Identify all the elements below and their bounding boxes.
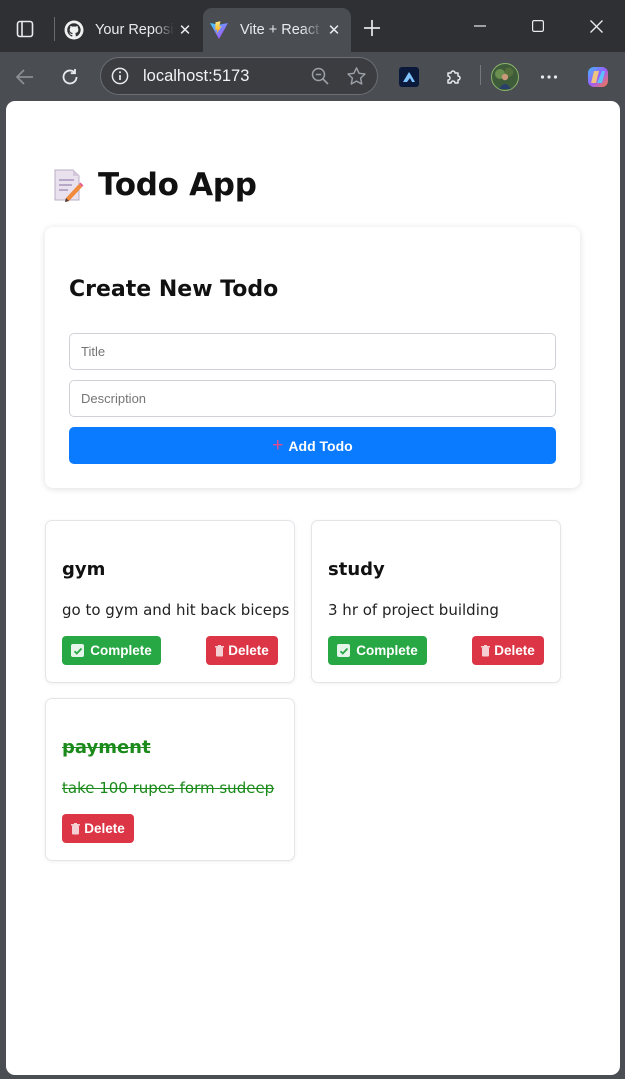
plus-icon: + [272,435,284,456]
extensions-button[interactable] [437,60,471,94]
github-icon [64,20,84,40]
more-dots-icon [540,75,558,79]
tab-label: Vite + React [240,22,320,38]
todo-title: gym [62,559,106,580]
tab-your-repositories[interactable]: Your Repositories ✕ [58,8,202,52]
address-bar[interactable]: localhost:5173 [100,57,378,95]
vite-icon [209,20,229,40]
create-todo-form: Create New Todo + Add Todo [45,227,580,488]
complete-label: Complete [90,643,152,658]
todo-card: gym go to gym and hit back biceps Comple… [45,520,295,683]
todo-card: study 3 hr of project building Complete … [311,520,561,683]
refresh-button[interactable] [53,60,87,94]
browser-titlebar: Your Repositories ✕ Vite + React ✕ [0,0,625,52]
tab-label: Your Repositories [95,22,174,38]
plus-icon [364,20,380,36]
toolbar-separator [480,65,481,85]
tab-separator [54,17,55,41]
tab-vite-react[interactable]: Vite + React ✕ [203,8,351,52]
delete-label: Delete [494,643,535,658]
tab-close-icon[interactable]: ✕ [323,19,345,41]
delete-label: Delete [228,643,269,658]
refresh-icon [62,69,78,85]
minimize-button[interactable] [458,8,502,44]
complete-label: Complete [356,643,418,658]
delete-button[interactable]: Delete [472,636,544,665]
maximize-button[interactable] [516,8,560,44]
back-button[interactable] [8,60,42,94]
title-input[interactable] [69,333,556,370]
tab-close-icon[interactable]: ✕ [174,19,196,41]
new-tab-button[interactable] [358,14,386,42]
page-title: Todo App [98,167,257,203]
maximize-icon [532,20,544,32]
todo-description: go to gym and hit back biceps [62,601,290,619]
trash-icon [215,644,225,656]
description-input[interactable] [69,380,556,417]
check-mark-icon [71,644,85,657]
page-viewport: Todo App Create New Todo + Add Todo gym … [6,101,620,1075]
add-todo-button[interactable]: + Add Todo [69,427,556,464]
address-text: localhost:5173 [143,66,250,85]
tab-actions-button[interactable] [8,12,42,46]
extension-button[interactable] [392,60,426,94]
delete-button[interactable]: Delete [206,636,278,665]
delete-label: Delete [84,821,125,836]
favorite-star-icon[interactable] [341,61,371,91]
trash-icon [71,822,81,834]
delete-button[interactable]: Delete [62,814,134,843]
puzzle-icon [447,70,461,84]
trash-icon [481,644,491,656]
memo-icon [54,169,84,202]
more-menu-button[interactable] [532,60,566,94]
copilot-icon [588,67,608,87]
check-mark-icon [337,644,351,657]
minimize-icon [474,25,486,27]
form-heading: Create New Todo [69,277,279,302]
copilot-button[interactable] [581,60,615,94]
todo-card-completed: payment take 100 rupes form sudeep Delet… [45,698,295,861]
todo-description: take 100 rupes form sudeep [62,779,275,797]
back-arrow-icon [15,69,33,85]
profile-button[interactable] [488,60,522,94]
todo-description: 3 hr of project building [328,601,499,619]
zoom-icon[interactable] [305,61,335,91]
close-icon [589,19,603,33]
complete-button[interactable]: Complete [62,636,161,665]
browser-toolbar: localhost:5173 [0,52,625,100]
sidebar-panel-icon [16,20,34,38]
close-window-button[interactable] [574,8,618,44]
todo-title: study [328,559,385,580]
avatar [491,63,519,91]
extension-app-icon [399,67,419,87]
todo-title: payment [62,737,151,758]
app-header: Todo App [52,167,257,203]
site-info-icon[interactable] [110,66,130,86]
complete-button[interactable]: Complete [328,636,427,665]
add-todo-label: Add Todo [288,437,353,454]
